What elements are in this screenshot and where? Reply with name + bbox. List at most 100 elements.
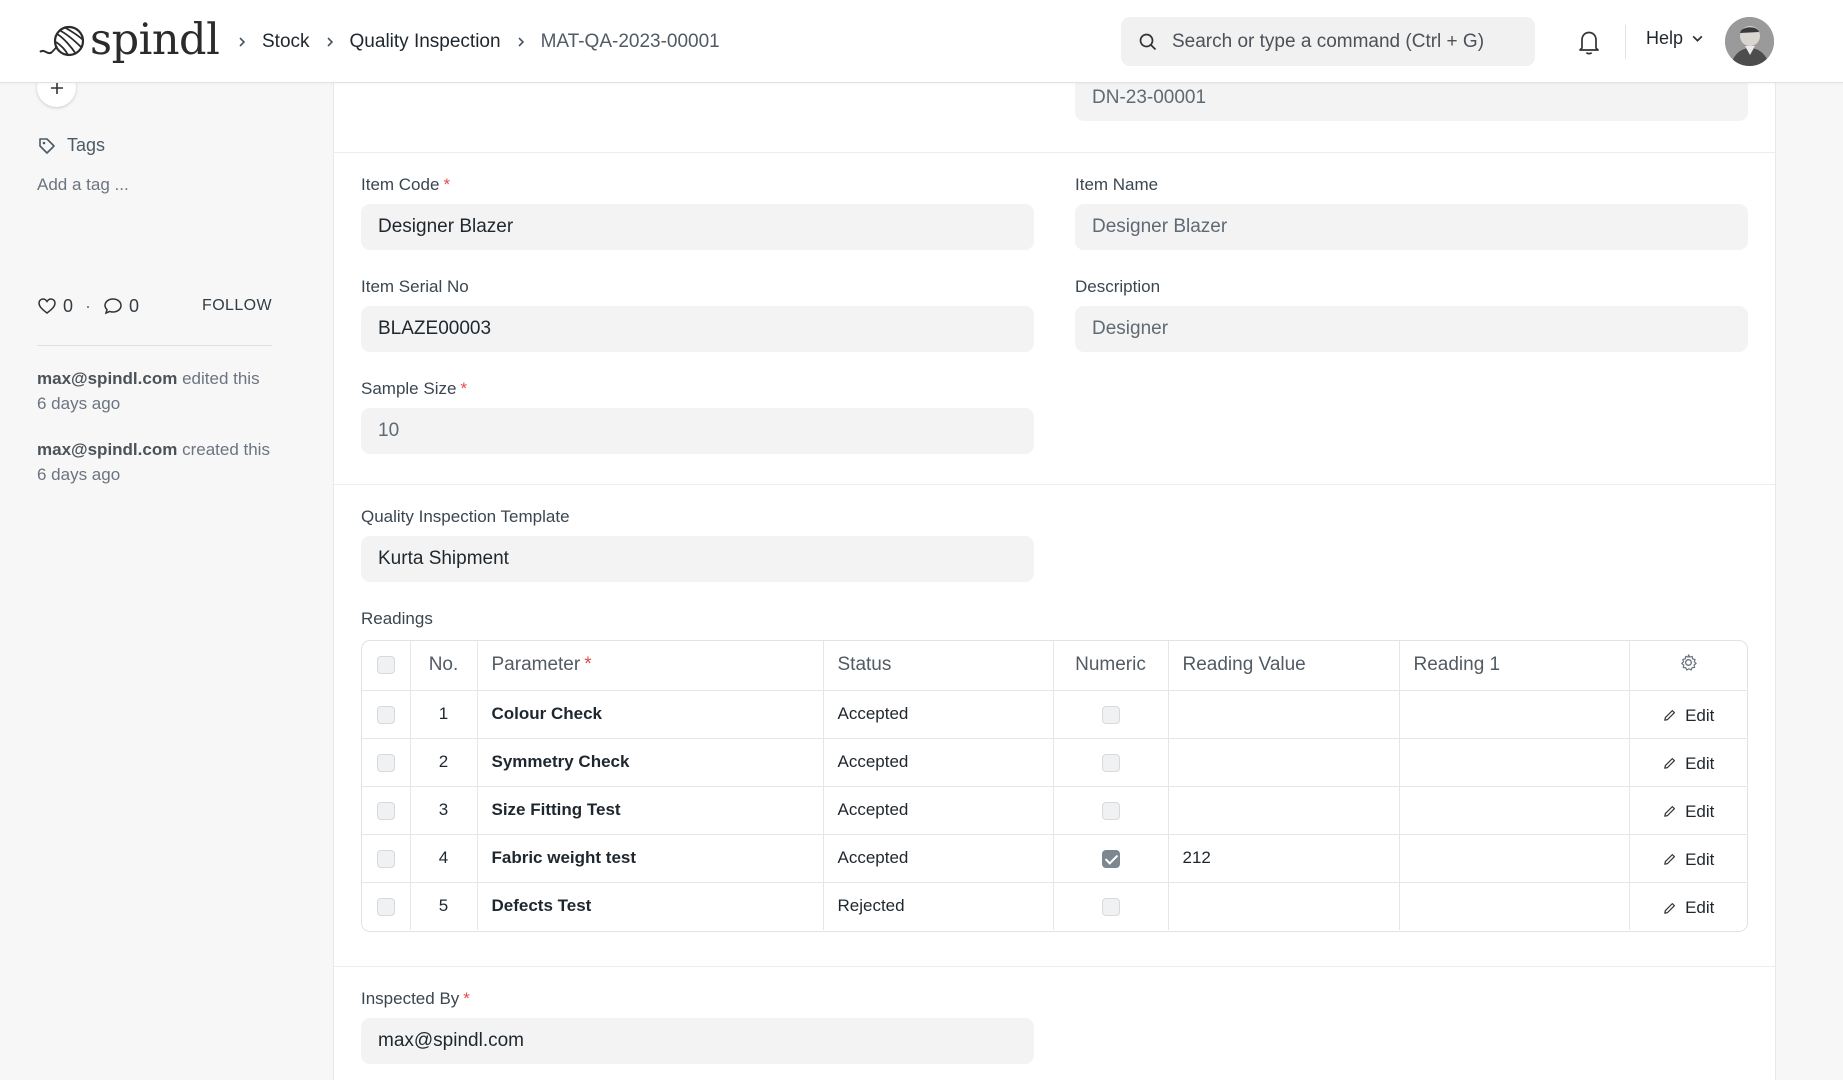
pencil-icon (1664, 758, 1676, 770)
column-header-reading-1: Reading 1 (1399, 641, 1630, 691)
table-row[interactable]: 3 Size Fitting Test Accepted Edit (362, 786, 1747, 835)
reading-value-cell[interactable] (1168, 738, 1400, 787)
row-select-cell (362, 786, 411, 835)
pencil-icon (1664, 854, 1676, 866)
edit-row-button[interactable]: Edit (1662, 754, 1714, 774)
readings-label: Readings (361, 609, 433, 628)
template-field[interactable]: Kurta Shipment (361, 536, 1034, 582)
edit-row-button[interactable]: Edit (1662, 850, 1714, 870)
activity-user[interactable]: max@spindl.com (37, 369, 177, 388)
row-number: 1 (410, 690, 478, 739)
row-select-checkbox[interactable] (376, 705, 395, 724)
numeric-cell (1053, 690, 1169, 739)
activity-action: created this (182, 440, 270, 459)
reading-value-cell[interactable] (1168, 690, 1400, 739)
search-input[interactable] (1172, 30, 1532, 53)
row-select-checkbox[interactable] (376, 897, 395, 916)
search-icon (1139, 33, 1157, 50)
inspected-by-field[interactable]: max@spindl.com (361, 1018, 1034, 1064)
likes-count: 0 (63, 295, 74, 316)
breadcrumb-stock[interactable]: Stock (262, 31, 310, 53)
numeric-cell (1053, 738, 1169, 787)
edit-row-button[interactable]: Edit (1662, 706, 1714, 726)
numeric-checkbox[interactable] (1101, 705, 1120, 724)
reading-1-cell[interactable] (1399, 786, 1630, 835)
pencil-icon (1664, 902, 1676, 914)
numeric-checkbox[interactable] (1101, 897, 1120, 916)
reading-1-cell[interactable] (1399, 738, 1630, 787)
activity-user[interactable]: max@spindl.com (37, 440, 177, 459)
reading-1-cell[interactable] (1399, 882, 1630, 930)
user-avatar[interactable] (1725, 17, 1774, 66)
parameter-cell[interactable]: Fabric weight test (477, 834, 824, 883)
edit-label: Edit (1685, 753, 1715, 773)
row-select-cell (362, 690, 411, 739)
sidebar-divider (37, 345, 272, 346)
follow-button[interactable]: FOLLOW (202, 297, 272, 315)
activity-time: 6 days ago (37, 394, 121, 413)
breadcrumb: Stock Quality Inspection MAT-QA-2023-000… (222, 26, 720, 58)
help-label: Help (1646, 28, 1684, 48)
edit-cell: Edit (1629, 834, 1747, 883)
table-row[interactable]: 2 Symmetry Check Accepted Edit (362, 738, 1747, 787)
item-serial-no-field[interactable]: BLAZE00003 (361, 306, 1034, 352)
row-select-checkbox[interactable] (376, 849, 395, 868)
sample-size-field[interactable]: 10 (361, 408, 1034, 454)
parameter-cell[interactable]: Symmetry Check (477, 738, 824, 787)
reading-value-cell[interactable] (1168, 882, 1400, 930)
row-select-checkbox[interactable] (376, 801, 395, 820)
gear-icon[interactable] (1679, 653, 1698, 672)
breadcrumb-current-doc[interactable]: MAT-QA-2023-00001 (541, 31, 720, 53)
item-code-field[interactable]: Designer Blazer (361, 204, 1034, 250)
status-cell[interactable]: Rejected (823, 882, 1054, 930)
chevron-right-icon (324, 36, 336, 48)
reading-value-cell[interactable] (1168, 786, 1400, 835)
edit-cell: Edit (1629, 690, 1747, 739)
app-logo[interactable]: spindl (38, 16, 220, 64)
tags-heading: Tags (37, 135, 105, 156)
reading-1-cell[interactable] (1399, 690, 1630, 739)
status-cell[interactable]: Accepted (823, 786, 1054, 835)
table-row[interactable]: 5 Defects Test Rejected Edit (362, 882, 1747, 930)
nav-divider (1625, 25, 1626, 59)
numeric-checkbox[interactable] (1101, 753, 1120, 772)
breadcrumb-quality-inspection[interactable]: Quality Inspection (350, 31, 501, 53)
description-label: Description (1075, 277, 1161, 296)
row-select-cell (362, 882, 411, 930)
comments-count: 0 (129, 295, 140, 316)
table-row[interactable]: 1 Colour Check Accepted Edit (362, 690, 1747, 739)
item-name-field[interactable]: Designer Blazer (1075, 204, 1748, 250)
description-field[interactable]: Designer (1075, 306, 1748, 352)
search-bar[interactable] (1121, 17, 1535, 66)
edit-row-button[interactable]: Edit (1662, 898, 1714, 918)
item-serial-no-label: Item Serial No (361, 277, 469, 296)
status-cell[interactable]: Accepted (823, 834, 1054, 883)
row-select-checkbox[interactable] (376, 753, 395, 772)
table-row[interactable]: 4 Fabric weight test Accepted 212 Edit (362, 834, 1747, 883)
status-cell[interactable]: Accepted (823, 690, 1054, 739)
status-cell[interactable]: Accepted (823, 738, 1054, 787)
pencil-icon (1664, 710, 1676, 722)
heart-icon[interactable] (37, 296, 57, 316)
parameter-cell[interactable]: Defects Test (477, 882, 824, 930)
add-tag-link[interactable]: Add a tag ... (37, 175, 129, 195)
numeric-checkbox[interactable] (1101, 801, 1120, 820)
numeric-cell (1053, 882, 1169, 930)
activity-item: max@spindl.com edited this 6 days ago (37, 366, 277, 416)
numeric-checkbox[interactable] (1101, 849, 1120, 868)
section-divider (333, 152, 1776, 153)
section-divider (333, 484, 1776, 485)
row-number: 3 (410, 786, 478, 835)
navbar: spindl Stock Quality Inspection MAT-QA-2… (0, 0, 1843, 83)
edit-row-button[interactable]: Edit (1662, 802, 1714, 822)
parameter-cell[interactable]: Colour Check (477, 690, 824, 739)
select-all-checkbox[interactable] (376, 656, 395, 675)
help-dropdown[interactable]: Help (1646, 28, 1704, 49)
parameter-cell[interactable]: Size Fitting Test (477, 786, 824, 835)
reading-1-cell[interactable] (1399, 834, 1630, 883)
column-settings-cell (1629, 641, 1747, 691)
bell-icon[interactable] (1576, 28, 1602, 56)
reading-value-cell[interactable]: 212 (1168, 834, 1400, 883)
comment-icon[interactable] (103, 296, 123, 316)
edit-label: Edit (1685, 898, 1715, 917)
